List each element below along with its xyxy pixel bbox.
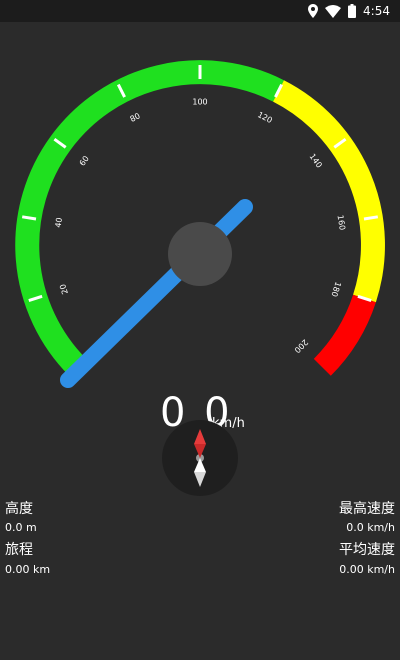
altitude-value: 0.0 m xyxy=(5,521,37,534)
altitude-label: 高度 xyxy=(5,501,33,517)
tick-label-20: 20 xyxy=(58,283,70,295)
trip-value: 0.00 km xyxy=(5,563,51,576)
tick-label-40: 40 xyxy=(54,217,64,228)
tick-label-140: 140 xyxy=(308,152,324,170)
avg-speed-label: 平均速度 xyxy=(339,542,395,558)
needle-hub xyxy=(168,222,232,286)
trip-label: 旅程 xyxy=(5,542,33,558)
compass-icon xyxy=(194,429,206,487)
tick-label-100: 100 xyxy=(192,98,207,107)
max-speed-label: 最高速度 xyxy=(339,501,395,517)
red-zone-arc xyxy=(313,294,376,376)
tick-label-80: 80 xyxy=(129,111,142,124)
max-speed-value: 0.0 km/h xyxy=(346,521,395,534)
tick-label-200: 200 xyxy=(293,338,310,355)
speedometer-gauge: 20 40 60 80 100 120 140 160 180 200 xyxy=(15,60,385,388)
tick-label-160: 160 xyxy=(336,214,347,231)
tick-label-120: 120 xyxy=(256,110,274,125)
tick-label-60: 60 xyxy=(78,154,91,168)
tick-label-180: 180 xyxy=(329,281,342,298)
speed-arc xyxy=(15,60,385,376)
avg-speed-value: 0.00 km/h xyxy=(339,563,395,576)
compass[interactable] xyxy=(162,420,238,496)
yellow-zone-arc xyxy=(272,80,385,303)
